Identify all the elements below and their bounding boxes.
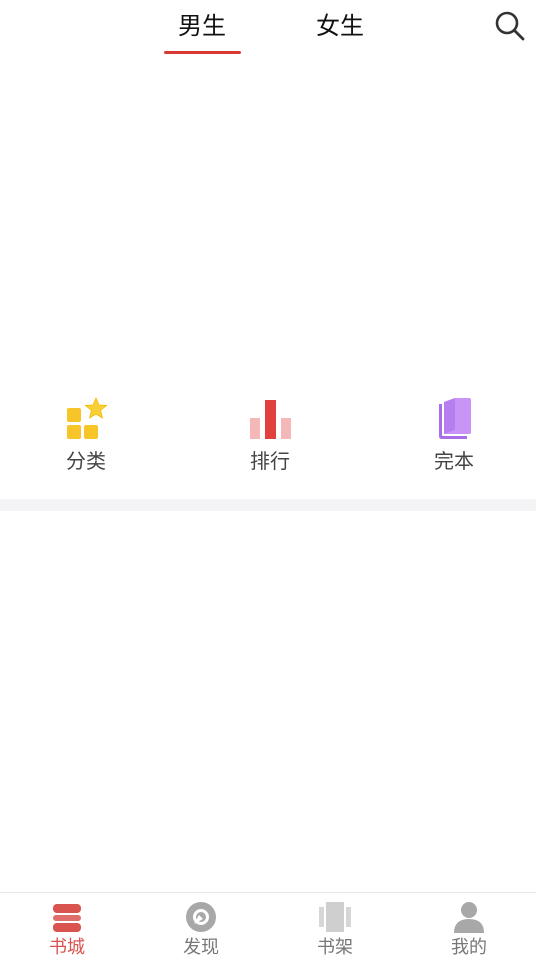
discover-icon (186, 902, 216, 932)
bookshelf-icon (319, 902, 351, 932)
category-icon (67, 396, 108, 439)
search-icon (495, 11, 525, 41)
active-tab-indicator (164, 51, 241, 54)
category-entry[interactable]: 分类 (26, 390, 146, 480)
search-button[interactable] (490, 6, 530, 46)
ranking-entry[interactable]: 排行 (210, 390, 330, 480)
completed-entry[interactable]: 完本 (394, 390, 514, 480)
bookstore-icon (53, 904, 81, 932)
nav-profile[interactable]: 我的 (402, 893, 536, 966)
tab-female[interactable]: 女生 (290, 8, 390, 48)
nav-bookstore-label: 书城 (49, 937, 85, 958)
quick-entry-row: 分类 排行 完本 (0, 390, 536, 480)
top-bar: 男生 女生 (0, 0, 536, 60)
nav-discover[interactable]: 发现 (134, 893, 268, 966)
profile-icon (454, 902, 484, 933)
nav-discover-label: 发现 (183, 937, 219, 958)
completed-label: 完本 (434, 449, 474, 473)
nav-bookshelf-label: 书架 (317, 937, 353, 958)
ranking-icon (250, 400, 291, 439)
category-label: 分类 (66, 449, 106, 473)
completed-books-icon (439, 398, 471, 439)
section-divider (0, 499, 536, 511)
nav-bookshelf[interactable]: 书架 (268, 893, 402, 966)
ranking-label: 排行 (250, 449, 290, 473)
nav-profile-label: 我的 (451, 937, 487, 958)
bottom-navigation: 书城 发现 书架 我的 (0, 892, 536, 966)
nav-bookstore[interactable]: 书城 (0, 893, 134, 966)
app-screen: 男生 女生 分类 排行 完本 书城 发现 书架 我的 (0, 0, 536, 966)
tab-male[interactable]: 男生 (152, 8, 252, 48)
